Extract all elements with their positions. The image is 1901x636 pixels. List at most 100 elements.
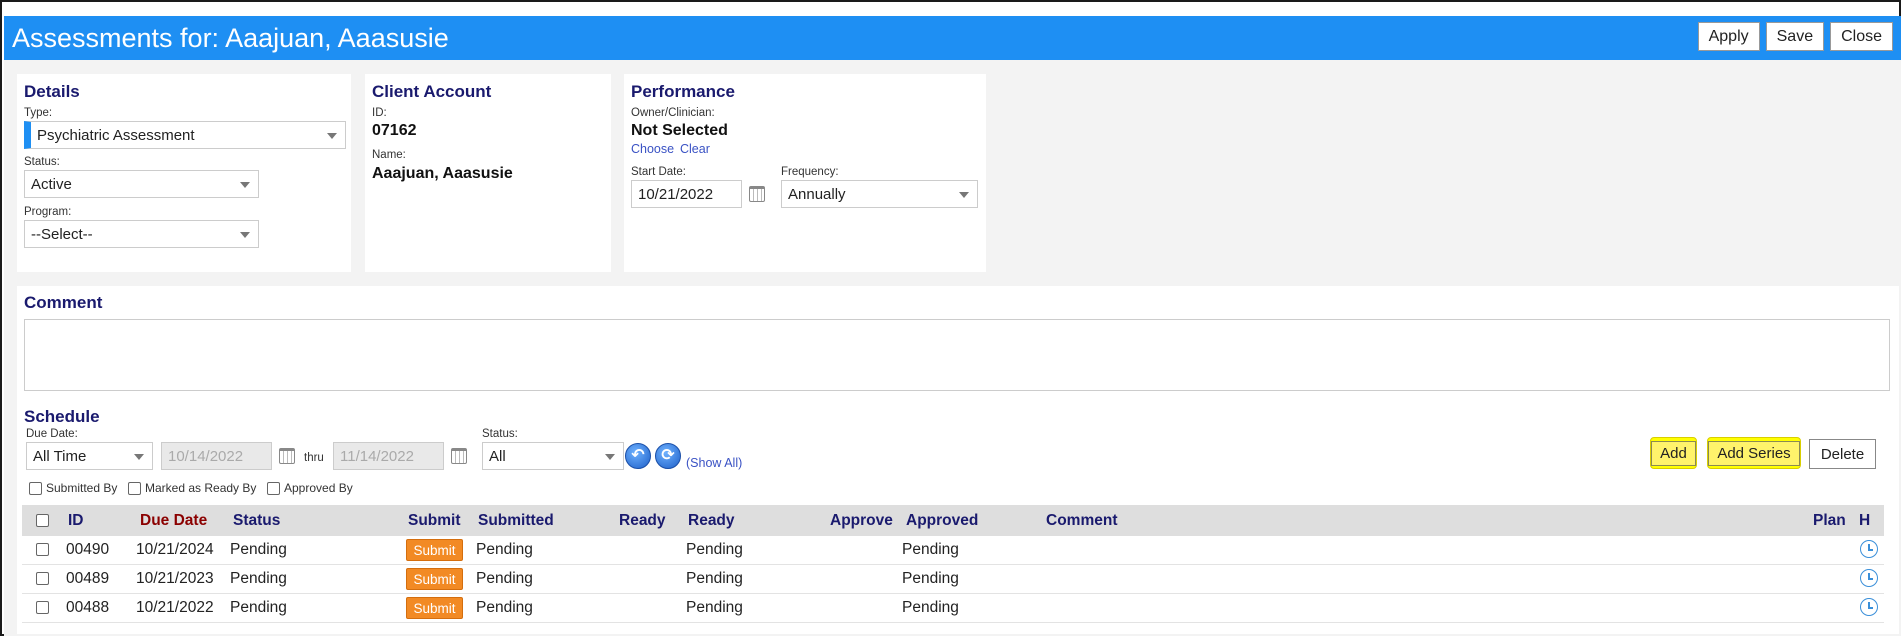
chevron-down-icon <box>240 232 250 238</box>
close-button[interactable]: Close <box>1830 22 1893 51</box>
submitted-by-checkbox[interactable] <box>29 481 42 495</box>
frequency-select[interactable]: Annually <box>781 180 978 208</box>
calendar-icon[interactable] <box>451 448 467 464</box>
col-ready[interactable]: Ready <box>688 512 735 530</box>
start-date-label: Start Date: <box>631 166 686 178</box>
submit-button[interactable]: Submit <box>406 568 463 590</box>
select-all-checkbox[interactable] <box>36 513 49 527</box>
col-plan: Plan <box>1813 511 1846 529</box>
refresh-icon[interactable]: ⟳ <box>655 443 681 469</box>
col-comment[interactable]: Comment <box>1046 512 1117 530</box>
row-ready: Pending <box>686 541 743 558</box>
col-status[interactable]: Status <box>233 512 280 530</box>
col-ready-action: Ready <box>619 511 666 529</box>
from-date-input[interactable]: 10/14/2022 <box>161 442 272 470</box>
row-checkbox-cell[interactable] <box>36 570 49 588</box>
approved-by-checkbox[interactable] <box>267 481 280 495</box>
col-id[interactable]: ID <box>68 512 84 530</box>
add-button[interactable]: Add <box>1650 437 1697 469</box>
thru-label: thru <box>304 452 324 464</box>
table-row[interactable]: 00489 10/21/2023 Pending Submit Pending … <box>22 565 1884 594</box>
undo-icon[interactable]: ↶ <box>625 443 651 469</box>
submitted-by-filter[interactable]: Submitted By <box>29 481 117 495</box>
to-date-input[interactable]: 11/14/2022 <box>333 442 444 470</box>
marked-ready-by-label: Marked as Ready By <box>145 481 257 495</box>
row-due-date: 10/21/2024 <box>136 541 214 558</box>
submit-button[interactable]: Submit <box>406 597 463 619</box>
select-all-checkbox-cell[interactable] <box>36 512 49 530</box>
row-approved: Pending <box>902 541 959 558</box>
row-status: Pending <box>230 541 287 558</box>
chevron-down-icon <box>327 133 337 139</box>
type-select[interactable]: Psychiatric Assessment <box>24 121 346 149</box>
delete-button[interactable]: Delete <box>1809 439 1876 469</box>
status-filter-label: Status: <box>482 428 518 440</box>
clear-link[interactable]: Clear <box>680 142 710 156</box>
row-due-date: 10/21/2023 <box>136 570 214 587</box>
row-ready: Pending <box>686 570 743 587</box>
col-submit: Submit <box>408 511 461 529</box>
col-submitted[interactable]: Submitted <box>478 512 554 530</box>
title-bar: Assessments for: Aaajuan, Aaasusie Apply… <box>4 16 1901 60</box>
client-id-label: ID: <box>372 107 387 119</box>
window-title: Assessments for: Aaajuan, Aaasusie <box>12 22 449 53</box>
owner-value: Not Selected <box>631 122 728 139</box>
row-checkbox[interactable] <box>36 543 49 557</box>
program-label: Program: <box>24 206 72 218</box>
submit-button[interactable]: Submit <box>406 539 463 561</box>
assessments-window: Assessments for: Aaajuan, Aaasusie Apply… <box>0 0 1901 636</box>
start-date-input[interactable]: 10/21/2022 <box>631 180 742 208</box>
save-button[interactable]: Save <box>1765 22 1825 51</box>
status-label: Status: <box>24 156 60 168</box>
history-clock-icon[interactable] <box>1860 569 1878 587</box>
performance-heading: Performance <box>631 82 735 101</box>
comment-textarea[interactable] <box>24 319 1890 391</box>
calendar-icon[interactable] <box>279 448 295 464</box>
row-approved: Pending <box>902 599 959 616</box>
schedule-heading: Schedule <box>24 407 100 426</box>
table-header: ID Due Date Status Submit Submitted Read… <box>22 505 1884 536</box>
show-all-link[interactable]: (Show All) <box>686 456 742 470</box>
status-filter-select[interactable]: All <box>482 442 624 470</box>
col-approve: Approve <box>830 511 893 529</box>
add-series-button[interactable]: Add Series <box>1707 437 1801 469</box>
chevron-down-icon <box>605 454 615 460</box>
program-select[interactable]: --Select-- <box>24 220 259 248</box>
marked-ready-by-filter[interactable]: Marked as Ready By <box>128 481 256 495</box>
frequency-label: Frequency: <box>781 166 839 178</box>
history-clock-icon[interactable] <box>1860 598 1878 616</box>
client-id-value: 07162 <box>372 122 417 139</box>
to-date-value: 11/14/2022 <box>340 447 414 465</box>
row-checkbox[interactable] <box>36 601 49 615</box>
window-actions: Apply Save Close <box>1697 22 1893 51</box>
schedule-table: ID Due Date Status Submit Submitted Read… <box>22 505 1884 623</box>
status-select[interactable]: Active <box>24 170 259 198</box>
calendar-icon[interactable] <box>749 186 765 202</box>
col-h: H <box>1859 511 1871 529</box>
choose-link[interactable]: Choose <box>631 142 674 156</box>
row-checkbox[interactable] <box>36 572 49 586</box>
row-checkbox-cell[interactable] <box>36 599 49 617</box>
row-submitted: Pending <box>476 541 533 558</box>
apply-button[interactable]: Apply <box>1697 22 1760 51</box>
approved-by-filter[interactable]: Approved By <box>267 481 353 495</box>
col-approved[interactable]: Approved <box>906 512 978 530</box>
due-date-filter-select[interactable]: All Time <box>26 442 153 470</box>
col-due-date[interactable]: Due Date <box>140 512 207 530</box>
client-account-heading: Client Account <box>372 82 492 101</box>
add-series-button-label: Add Series <box>1708 440 1800 466</box>
status-filter-value: All <box>489 447 506 465</box>
row-checkbox-cell[interactable] <box>36 541 49 559</box>
marked-ready-by-checkbox[interactable] <box>128 481 141 495</box>
details-heading: Details <box>24 82 80 101</box>
row-id: 00488 <box>66 599 110 616</box>
history-clock-icon[interactable] <box>1860 540 1878 558</box>
table-row[interactable]: 00488 10/21/2022 Pending Submit Pending … <box>22 594 1884 623</box>
table-row[interactable]: 00490 10/21/2024 Pending Submit Pending … <box>22 536 1884 565</box>
performance-panel: Performance Owner/Clinician: Not Selecte… <box>624 74 986 272</box>
row-ready: Pending <box>686 599 743 616</box>
client-name-value: Aaajuan, Aaasusie <box>372 165 513 182</box>
owner-label: Owner/Clinician: <box>631 107 715 119</box>
start-date-value: 10/21/2022 <box>638 185 714 203</box>
comment-heading: Comment <box>24 293 103 312</box>
